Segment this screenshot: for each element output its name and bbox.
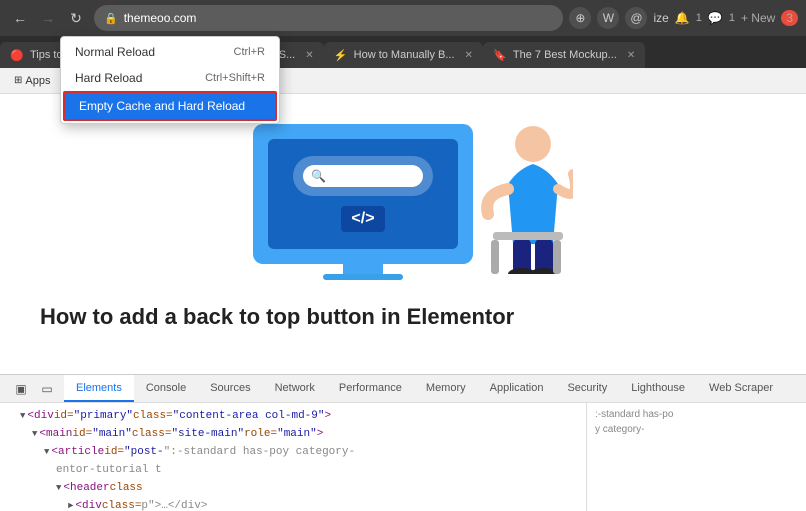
- page-hero: 🔍 </>: [40, 114, 766, 284]
- monitor-base: [323, 274, 403, 280]
- expand-triangle-2[interactable]: ▼: [32, 426, 37, 442]
- search-bar-illus: 🔍: [303, 165, 423, 187]
- devtools-tabs: ▣ ▭ Elements Console Sources Network Per…: [0, 375, 806, 403]
- bookmark-label-apps: Apps: [25, 75, 50, 87]
- tab-close-samsung[interactable]: ✕: [305, 50, 313, 61]
- extension-icon-2[interactable]: W: [597, 7, 619, 29]
- extension-icon-1[interactable]: ⊕: [569, 7, 591, 29]
- dom-line-5[interactable]: ▼ <header class: [0, 479, 586, 497]
- dom-line-2[interactable]: ▼ <main id="main" class="site-main" role…: [0, 425, 586, 443]
- notification-badge: 3: [781, 10, 798, 26]
- tab-lighthouse[interactable]: Lighthouse: [619, 375, 697, 402]
- cloud-search: 🔍: [293, 156, 433, 196]
- customize-label: ize: [653, 11, 668, 25]
- devtools-icons: ▣ ▭: [4, 375, 64, 402]
- tab-favicon-manually: ⚡: [334, 48, 348, 62]
- dom-tree: ▼ <div id="primary" class="content-area …: [0, 403, 586, 511]
- expand-triangle-5[interactable]: ▼: [56, 480, 61, 496]
- tab-sources[interactable]: Sources: [198, 375, 262, 402]
- notification-1: 1: [696, 12, 702, 24]
- browser-toolbar: ← → ↻ 🔒 themeoo.com ⊕ W @ ize 🔔 1 💬 1 + …: [0, 0, 806, 36]
- bookmark-apps[interactable]: ⊞ Apps: [8, 73, 56, 89]
- menu-normal-reload[interactable]: Normal Reload Ctrl+R: [61, 39, 279, 65]
- tab-favicon-tips: 🔴: [10, 48, 24, 62]
- device-icon[interactable]: ▭: [36, 378, 58, 400]
- address-bar[interactable]: 🔒 themeoo.com: [94, 5, 563, 31]
- dom-line-6[interactable]: ► <div class= p">…</div>: [0, 497, 586, 511]
- tab-security[interactable]: Security: [555, 375, 619, 402]
- tab-network[interactable]: Network: [263, 375, 327, 402]
- normal-reload-label: Normal Reload: [75, 45, 155, 59]
- expand-triangle-6[interactable]: ►: [68, 498, 73, 511]
- normal-reload-shortcut: Ctrl+R: [234, 46, 265, 58]
- code-tag-illus: </>: [341, 206, 384, 232]
- tab-web-scraper[interactable]: Web Scraper: [697, 375, 785, 402]
- person-svg: [463, 114, 573, 274]
- tab-memory[interactable]: Memory: [414, 375, 478, 402]
- toolbar-right: ⊕ W @ ize 🔔 1 💬 1 + New 3: [569, 7, 798, 29]
- tab-favicon-mockup: 🔖: [493, 48, 507, 62]
- monitor-screen: 🔍 </>: [268, 139, 458, 249]
- hero-illustration: 🔍 </>: [233, 114, 573, 284]
- empty-cache-label: Empty Cache and Hard Reload: [79, 99, 245, 113]
- lock-icon: 🔒: [104, 12, 118, 25]
- inspect-icon[interactable]: ▣: [10, 378, 32, 400]
- menu-empty-cache-reload[interactable]: Empty Cache and Hard Reload: [63, 91, 277, 121]
- bell-icon[interactable]: 🔔: [675, 11, 690, 25]
- tab-manually[interactable]: ⚡ How to Manually B... ✕: [324, 42, 483, 68]
- bookmark-favicon-apps: ⊞: [14, 75, 22, 86]
- dom-line-4[interactable]: entor-tutorial t: [0, 461, 586, 479]
- tab-close-mockup[interactable]: ✕: [627, 50, 635, 61]
- forward-button[interactable]: →: [36, 6, 60, 30]
- tab-mockup[interactable]: 🔖 The 7 Best Mockup... ✕: [483, 42, 645, 68]
- style-line-2: y category-: [595, 422, 798, 437]
- tab-elements[interactable]: Elements: [64, 375, 134, 402]
- expand-triangle-1[interactable]: ▼: [20, 408, 25, 424]
- tab-close-manually[interactable]: ✕: [465, 50, 473, 61]
- page-title: How to add a back to top button in Eleme…: [40, 304, 514, 330]
- tab-performance[interactable]: Performance: [327, 375, 414, 402]
- tab-label-manually: How to Manually B...: [354, 49, 455, 61]
- dom-line-3[interactable]: ▼ <article id="post- " :-standard has-po…: [0, 443, 586, 461]
- tab-console[interactable]: Console: [134, 375, 198, 402]
- browser-window: ← → ↻ 🔒 themeoo.com ⊕ W @ ize 🔔 1 💬 1 + …: [0, 0, 806, 511]
- back-button[interactable]: ←: [8, 6, 32, 30]
- monitor-shape: 🔍 </>: [253, 124, 473, 264]
- tab-label-mockup: The 7 Best Mockup...: [513, 49, 617, 61]
- reload-context-menu: Normal Reload Ctrl+R Hard Reload Ctrl+Sh…: [60, 36, 280, 124]
- expand-triangle-3[interactable]: ▼: [44, 444, 49, 460]
- devtools-elements-panel: ▼ <div id="primary" class="content-area …: [0, 403, 586, 511]
- page-content: 🔍 </>: [0, 94, 806, 374]
- new-tab-btn[interactable]: + New: [741, 11, 775, 25]
- comment-icon[interactable]: 💬: [708, 11, 723, 25]
- tab-application[interactable]: Application: [478, 375, 556, 402]
- dom-line-1[interactable]: ▼ <div id="primary" class="content-area …: [0, 407, 586, 425]
- reload-button[interactable]: ↻: [64, 6, 88, 30]
- menu-hard-reload[interactable]: Hard Reload Ctrl+Shift+R: [61, 65, 279, 91]
- url-text: themeoo.com: [124, 11, 197, 25]
- devtools-styles-panel: :-standard has-po y category-: [586, 403, 806, 511]
- extension-icon-3[interactable]: @: [625, 7, 647, 29]
- hard-reload-label: Hard Reload: [75, 71, 142, 85]
- style-line-1: :-standard has-po: [595, 407, 798, 422]
- hard-reload-shortcut: Ctrl+Shift+R: [205, 72, 265, 84]
- comment-count: 1: [729, 12, 735, 24]
- devtools-content-area: ▼ <div id="primary" class="content-area …: [0, 403, 806, 511]
- devtools-panel: ▣ ▭ Elements Console Sources Network Per…: [0, 374, 806, 511]
